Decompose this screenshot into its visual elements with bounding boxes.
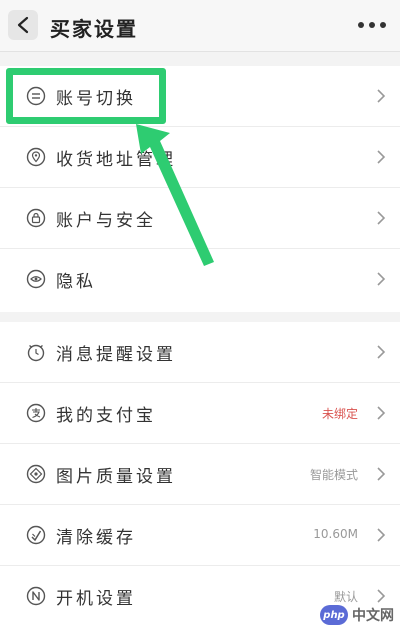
row-account-switch[interactable]: 账号切换 xyxy=(0,66,400,127)
image-quality-icon xyxy=(26,464,46,484)
row-label: 消息提醒设置 xyxy=(56,345,176,365)
page-title: 买家设置 xyxy=(50,17,138,41)
alipay-icon xyxy=(26,403,46,423)
row-my-alipay[interactable]: 我的支付宝 未绑定 xyxy=(0,383,400,444)
row-label: 账号切换 xyxy=(56,89,136,109)
alarm-clock-icon xyxy=(26,342,46,362)
row-label: 清除缓存 xyxy=(56,528,136,548)
watermark-text: 中文网 xyxy=(352,608,394,624)
cache-size-value: 10.60M xyxy=(313,527,358,541)
row-account-security[interactable]: 账户与安全 xyxy=(0,188,400,249)
row-label: 隐私 xyxy=(56,272,96,292)
row-clear-cache[interactable]: 清除缓存 10.60M xyxy=(0,505,400,566)
location-pin-icon xyxy=(26,147,46,167)
settings-group-general: 消息提醒设置 我的支付宝 未绑定 图片质量设置 智能模式 清除缓存 10.60M… xyxy=(0,322,400,631)
lock-icon xyxy=(26,208,46,228)
more-button[interactable] xyxy=(358,18,386,32)
settings-group-account: 账号切换 收货地址管理 账户与安全 隐私 xyxy=(0,66,400,312)
chevron-right-icon xyxy=(376,466,386,482)
row-label: 账户与安全 xyxy=(56,211,156,231)
switch-account-icon xyxy=(26,86,46,106)
php-logo: php xyxy=(320,605,348,625)
chevron-right-icon xyxy=(376,88,386,104)
chevron-right-icon xyxy=(376,588,386,604)
clear-cache-icon xyxy=(26,525,46,545)
top-bar: 买家设置 xyxy=(0,0,400,52)
startup-n-icon xyxy=(26,586,46,606)
row-address-management[interactable]: 收货地址管理 xyxy=(0,127,400,188)
more-dots-icon xyxy=(369,22,375,28)
chevron-right-icon xyxy=(376,405,386,421)
alipay-status-value: 未绑定 xyxy=(321,407,358,421)
row-label: 我的支付宝 xyxy=(56,406,156,426)
back-button[interactable] xyxy=(8,10,38,40)
row-image-quality[interactable]: 图片质量设置 智能模式 xyxy=(0,444,400,505)
chevron-right-icon xyxy=(376,149,386,165)
chevron-right-icon xyxy=(376,527,386,543)
row-privacy[interactable]: 隐私 xyxy=(0,249,400,310)
more-dots-icon xyxy=(380,22,386,28)
row-notification-settings[interactable]: 消息提醒设置 xyxy=(0,322,400,383)
chevron-right-icon xyxy=(376,271,386,287)
chevron-right-icon xyxy=(376,344,386,360)
chevron-right-icon xyxy=(376,210,386,226)
chevron-left-icon xyxy=(17,16,29,34)
row-label: 开机设置 xyxy=(56,589,136,609)
watermark: php 中文网 xyxy=(320,605,394,625)
image-quality-value: 智能模式 xyxy=(309,468,358,482)
privacy-eye-icon xyxy=(26,269,46,289)
startup-value: 默认 xyxy=(333,590,358,604)
more-dots-icon xyxy=(358,22,364,28)
row-label: 收货地址管理 xyxy=(56,150,176,170)
row-label: 图片质量设置 xyxy=(56,467,176,487)
